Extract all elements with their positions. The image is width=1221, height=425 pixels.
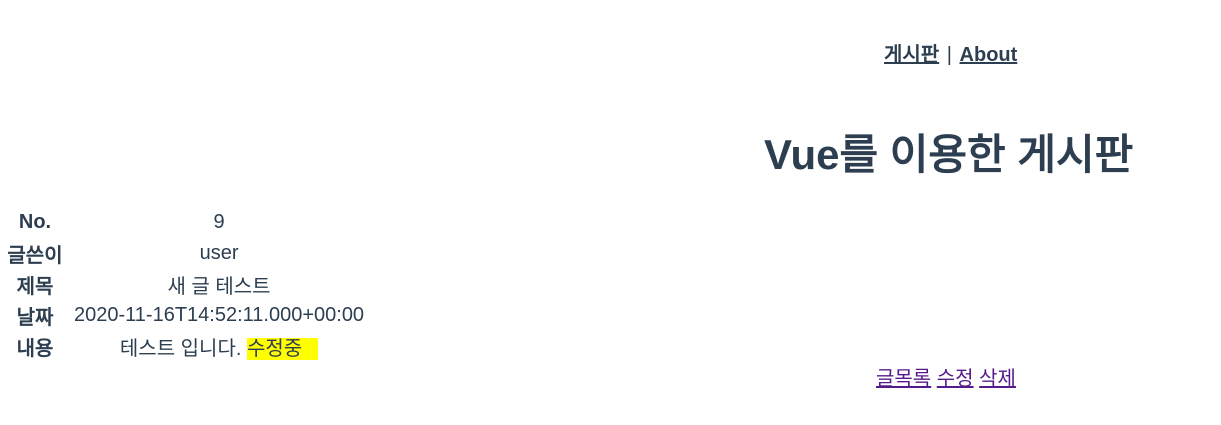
table-row: 날짜 2020-11-16T14:52:11.000+00:00 <box>0 300 368 331</box>
row-value-date: 2020-11-16T14:52:11.000+00:00 <box>74 304 365 326</box>
delete-link[interactable]: 삭제 <box>979 368 1016 390</box>
row-value-no: 9 <box>213 211 225 233</box>
row-value-content: 테스트 입니다. 수정중 <box>70 331 368 362</box>
nav-link-about[interactable]: About <box>960 44 1018 66</box>
nav-separator: | <box>946 44 952 66</box>
row-label-subject: 제목 <box>16 276 54 298</box>
content-text: 테스트 입니다. <box>119 338 247 360</box>
page-title: Vue를 이용한 게시판 <box>764 131 1134 178</box>
page: 게시판 | About Vue를 이용한 게시판 No. 9 글쓴이 user … <box>0 0 1221 425</box>
table-row: 글쓴이 user <box>0 238 368 269</box>
table-row: 제목 새 글 테스트 <box>0 269 368 300</box>
row-label-writer: 글쓴이 <box>7 245 63 267</box>
row-label-content: 내용 <box>16 338 54 360</box>
row-value-writer: user <box>199 242 239 264</box>
row-label-no: No. <box>18 211 52 233</box>
edit-link[interactable]: 수정 <box>937 368 974 390</box>
list-link[interactable]: 글목록 <box>876 368 931 390</box>
row-value-subject: 새 글 테스트 <box>167 276 271 298</box>
action-links: 글목록 수정 삭제 <box>876 362 1016 391</box>
top-nav: 게시판 | About <box>884 38 1017 67</box>
post-detail-table: No. 9 글쓴이 user 제목 새 글 테스트 날짜 2020-11-16T… <box>0 207 368 362</box>
editing-highlight: 수정중 <box>246 338 319 360</box>
table-row: 내용 테스트 입니다. 수정중 <box>0 331 368 362</box>
row-label-date: 날짜 <box>16 307 54 329</box>
table-row: No. 9 <box>0 207 368 238</box>
nav-link-board[interactable]: 게시판 <box>884 44 939 66</box>
